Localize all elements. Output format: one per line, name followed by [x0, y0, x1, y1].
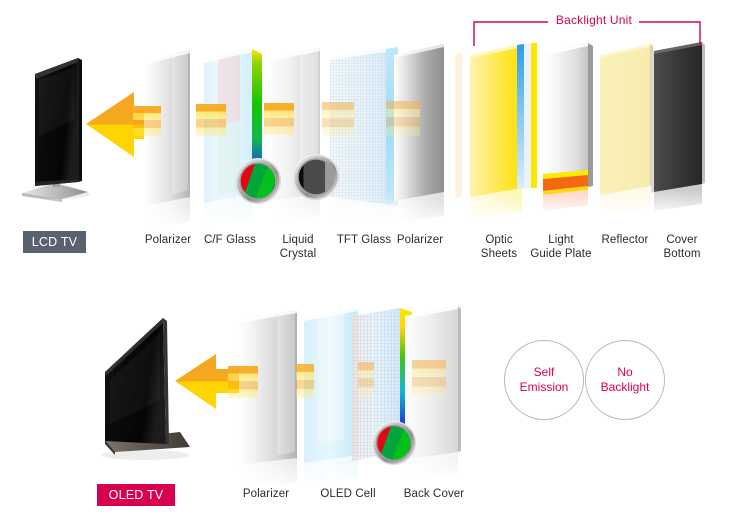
structure-illustration	[22, 21, 710, 491]
label-oled-polarizer: Polarizer	[242, 488, 290, 500]
layer-polarizer-rear	[390, 44, 450, 227]
layer-reflector	[596, 44, 658, 219]
oled-tv-badge: OLED TV	[97, 484, 175, 506]
grayscale-shutter-marker	[293, 154, 339, 200]
rgb-subpixel-marker-oled	[372, 421, 416, 465]
layer-cf-glass	[200, 49, 266, 229]
light-patch	[133, 106, 161, 120]
rgb-subpixel-marker-lcd	[235, 158, 281, 204]
lcd-tv-illustration	[22, 58, 90, 202]
layer-optic-sheets	[452, 43, 542, 223]
oled-tv-illustration	[101, 318, 190, 460]
layer-cover-bottom	[650, 42, 710, 216]
layer-tft-glass	[326, 47, 406, 225]
layer-liquid-crystal	[268, 48, 326, 226]
label-oled-back-cover: Back Cover	[403, 488, 465, 500]
light-direction-arrow-oled	[175, 354, 253, 409]
layer-light-guide-plate	[539, 43, 599, 219]
layer-oled-polarizer	[235, 310, 305, 491]
layer-oled-cell	[300, 308, 418, 489]
label-polarizer-rear: Polarizer	[396, 234, 444, 246]
note-self-emission: Self Emission	[504, 340, 584, 420]
label-cover-bottom: Cover Bottom	[663, 234, 701, 260]
label-oled-cell: OLED Cell	[320, 488, 376, 500]
backlight-unit-label: Backlight Unit	[555, 13, 633, 27]
layer-polarizer-front	[140, 50, 196, 232]
note-no-backlight: No Backlight	[585, 340, 665, 420]
light-direction-arrow-lcd	[86, 92, 180, 157]
layer-oled-back-cover	[401, 306, 465, 484]
diagram-canvas: Backlight Unit LCD TV Polarizer C/F Glas…	[0, 0, 754, 527]
lcd-tv-badge: LCD TV	[23, 231, 86, 253]
